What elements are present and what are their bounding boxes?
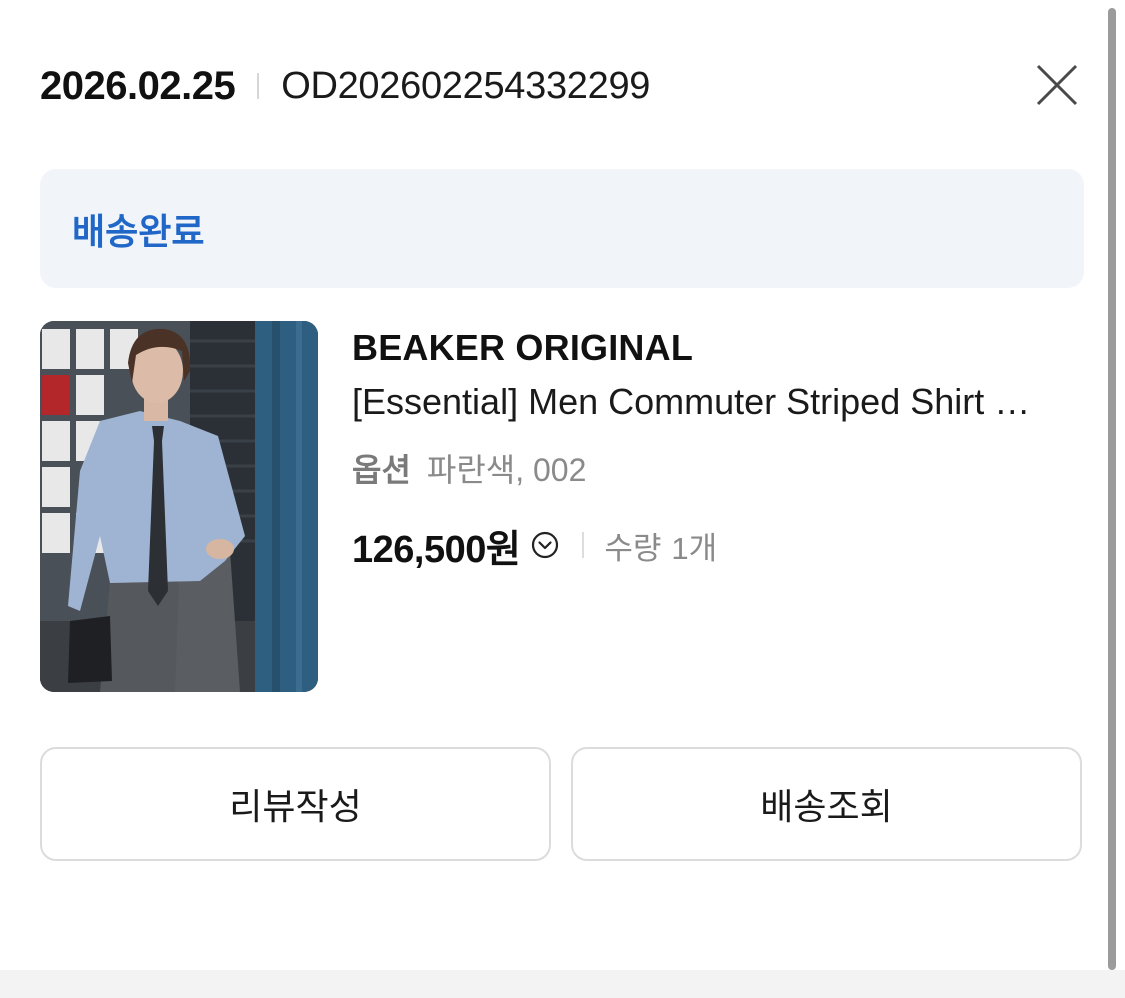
write-review-button[interactable]: 리뷰작성 <box>40 747 551 861</box>
order-number: OD202602254332299 <box>281 64 651 107</box>
option-label: 옵션 <box>352 452 411 488</box>
footer-band <box>0 970 1125 998</box>
scrollbar[interactable] <box>1108 8 1116 970</box>
order-date: 2026.02.25 <box>40 63 236 108</box>
product-image[interactable] <box>40 321 318 692</box>
header-divider <box>257 73 260 99</box>
price-divider <box>582 532 585 558</box>
product-name[interactable]: [Essential] Men Commuter Striped Shirt -… <box>352 380 1042 424</box>
product-info: BEAKER ORIGINAL [Essential] Men Commuter… <box>352 326 1052 571</box>
order-header: 2026.02.25 OD202602254332299 <box>40 58 650 114</box>
chevron-down-circle-icon <box>532 531 559 559</box>
close-icon <box>1036 64 1078 106</box>
product-photo <box>40 321 318 692</box>
track-delivery-button[interactable]: 배송조회 <box>571 747 1082 861</box>
quantity-value: 1개 <box>671 530 718 566</box>
price-detail-toggle[interactable] <box>530 530 560 560</box>
quantity-label: 수량 <box>604 530 662 566</box>
delivery-status-label: 배송완료 <box>72 210 205 252</box>
close-button[interactable] <box>1034 62 1080 108</box>
delivery-status-box: 배송완료 <box>40 169 1084 288</box>
product-price: 126,500원 <box>352 528 521 571</box>
brand-name[interactable]: BEAKER ORIGINAL <box>352 326 1052 370</box>
price-row: 126,500원 수량 1개 <box>352 520 1052 571</box>
order-detail-sheet: 2026.02.25 OD202602254332299 배송완료 BEAKER… <box>0 0 1125 998</box>
option-row: 옵션 파란색, 002 <box>352 450 1052 490</box>
option-value: 파란색, 002 <box>426 452 587 488</box>
